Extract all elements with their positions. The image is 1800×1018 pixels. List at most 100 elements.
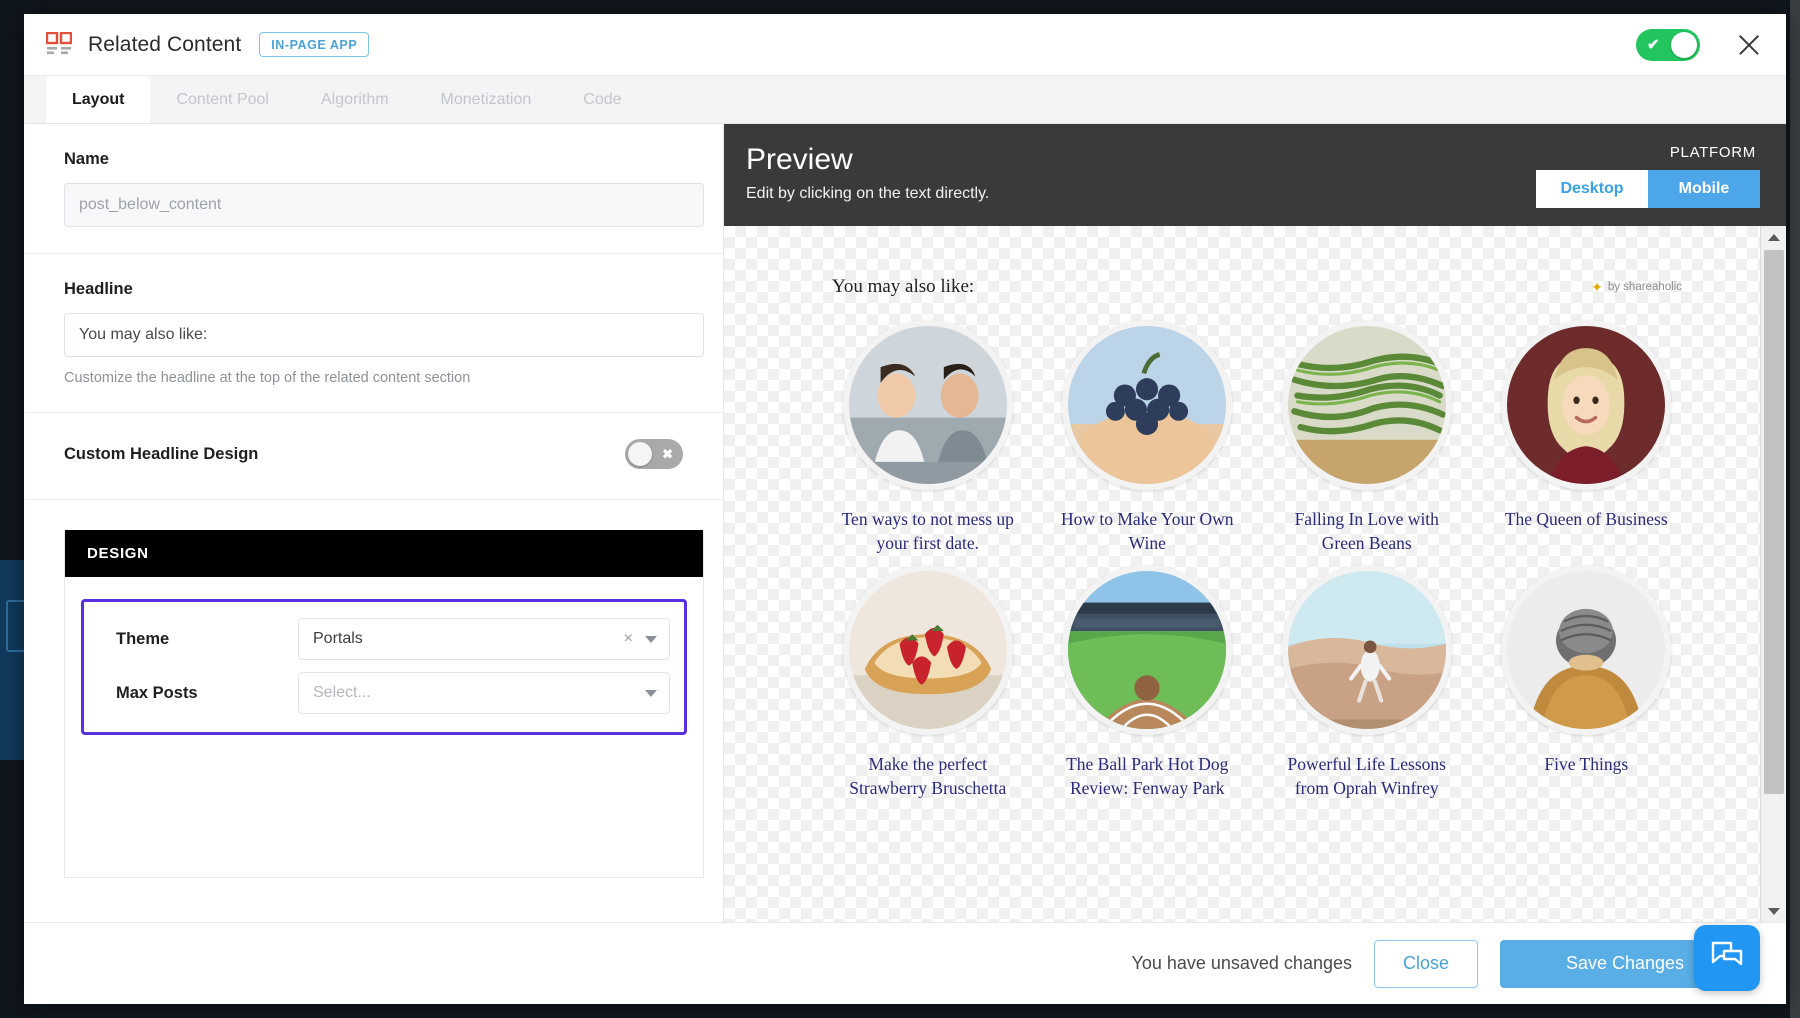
design-section-body: Theme Portals × Max Posts Select... xyxy=(65,577,703,877)
related-content-card[interactable]: Make the perfect Strawberry Bruschetta xyxy=(832,565,1024,800)
baseball-stadium-photo xyxy=(1062,565,1232,735)
scrollbar-thumb[interactable] xyxy=(1764,250,1784,794)
tab-label: Monetization xyxy=(441,91,532,109)
theme-select-value: Portals xyxy=(313,630,363,648)
platform-option-desktop[interactable]: Desktop xyxy=(1536,170,1648,208)
preview-heading-group: Preview Edit by clicking on the text dir… xyxy=(746,144,989,203)
widget-headline[interactable]: You may also like: xyxy=(832,276,974,298)
headline-input-value: You may also like: xyxy=(79,326,207,344)
name-field-block: Name post_below_content xyxy=(24,124,723,254)
strawberry-bruschetta-photo xyxy=(843,565,1013,735)
platform-label: PLATFORM xyxy=(1536,144,1756,161)
preview-header: Preview Edit by clicking on the text dir… xyxy=(724,124,1786,226)
tab-label: Code xyxy=(583,91,621,109)
couple-arguing-photo xyxy=(843,320,1013,490)
theme-label: Theme xyxy=(98,630,298,649)
custom-headline-design-row: Custom Headline Design ✖ xyxy=(24,413,723,500)
check-icon: ✔ xyxy=(1647,37,1660,52)
app-settings-modal: Related Content IN-PAGE APP ✔ Layout Con… xyxy=(24,14,1786,1004)
related-content-card-title: The Ball Park Hot Dog Review: Fenway Par… xyxy=(1052,753,1242,800)
close-button[interactable]: Close xyxy=(1374,940,1478,988)
custom-headline-design-toggle[interactable]: ✖ xyxy=(625,439,683,469)
related-content-card[interactable]: Falling In Love with Green Beans xyxy=(1271,320,1463,555)
preview-panel: Preview Edit by clicking on the text dir… xyxy=(724,124,1786,922)
app-title: Related Content xyxy=(88,33,241,57)
hands-holding-grapes-photo xyxy=(1062,320,1232,490)
titlebar-actions: ✔ xyxy=(1636,29,1764,61)
related-content-card[interactable]: Powerful Life Lessons from Oprah Winfrey xyxy=(1271,565,1463,800)
design-card: DESIGN Theme Portals × Max Posts xyxy=(64,530,704,878)
related-content-card[interactable]: The Ball Park Hot Dog Review: Fenway Par… xyxy=(1052,565,1244,800)
related-content-card[interactable]: Ten ways to not mess up your first date. xyxy=(832,320,1024,555)
modal-footer: You have unsaved changes Close Save Chan… xyxy=(24,922,1786,1004)
blonde-woman-portrait-photo xyxy=(1501,320,1671,490)
max-posts-select[interactable]: Select... xyxy=(298,672,670,714)
widget-top-row: You may also like: ✦ by shareaholic xyxy=(832,276,1682,298)
tab-label: Layout xyxy=(72,91,124,109)
related-content-grid: Ten ways to not mess up your first date. xyxy=(832,320,1682,801)
tab-layout[interactable]: Layout xyxy=(46,76,150,123)
theme-clear-icon[interactable]: × xyxy=(620,630,641,648)
preview-scrollbar[interactable] xyxy=(1760,226,1786,922)
scrollbar-up-arrow-icon[interactable] xyxy=(1761,226,1787,248)
modal-body: Name post_below_content Headline You may… xyxy=(24,124,1786,922)
chat-launcher-button[interactable] xyxy=(1694,925,1760,991)
shareaholic-attribution[interactable]: ✦ by shareaholic xyxy=(1591,280,1682,294)
chevron-down-icon[interactable] xyxy=(645,636,657,643)
preview-subtitle: Edit by clicking on the text directly. xyxy=(746,185,989,203)
related-content-widget: You may also like: ✦ by shareaholic xyxy=(724,226,1760,831)
modal-titlebar: Related Content IN-PAGE APP ✔ xyxy=(24,14,1786,76)
cross-icon: ✖ xyxy=(662,448,673,461)
headline-help-text: Customize the headline at the top of the… xyxy=(64,370,683,386)
backdrop-sidebar-fragment xyxy=(0,560,24,760)
tab-bar: Layout Content Pool Algorithm Monetizati… xyxy=(24,76,1786,124)
related-content-card[interactable]: Five Things xyxy=(1491,565,1683,800)
tab-content-pool[interactable]: Content Pool xyxy=(150,76,295,123)
green-beans-photo xyxy=(1282,320,1452,490)
related-content-card[interactable]: How to Make Your Own Wine xyxy=(1052,320,1244,555)
person-back-hat-photo xyxy=(1501,565,1671,735)
app-type-badge: IN-PAGE APP xyxy=(259,32,369,58)
preview-title: Preview xyxy=(746,144,989,176)
platform-option-label: Mobile xyxy=(1679,180,1730,198)
related-content-layout-icon xyxy=(46,32,72,58)
theme-select[interactable]: Portals × xyxy=(298,618,670,660)
max-posts-row: Max Posts Select... xyxy=(98,666,670,720)
custom-headline-design-label: Custom Headline Design xyxy=(64,445,258,464)
max-posts-label: Max Posts xyxy=(98,684,298,703)
toggle-knob xyxy=(628,442,652,466)
settings-panel: Name post_below_content Headline You may… xyxy=(24,124,724,922)
tab-label: Algorithm xyxy=(321,91,389,109)
related-content-card-title: The Queen of Business xyxy=(1505,508,1668,532)
platform-option-mobile[interactable]: Mobile xyxy=(1648,170,1760,208)
related-content-card-title: Ten ways to not mess up your first date. xyxy=(833,508,1023,555)
scrollbar-down-arrow-icon[interactable] xyxy=(1761,900,1787,922)
tab-algorithm[interactable]: Algorithm xyxy=(295,76,415,123)
headline-field-block: Headline You may also like: Customize th… xyxy=(24,254,723,413)
headline-label: Headline xyxy=(64,280,683,299)
design-section-header: DESIGN xyxy=(65,530,703,577)
related-content-card[interactable]: The Queen of Business xyxy=(1491,320,1683,555)
preview-canvas-wrap: You may also like: ✦ by shareaholic xyxy=(724,226,1786,922)
chevron-down-icon[interactable] xyxy=(645,690,657,697)
woman-running-desert-photo xyxy=(1282,565,1452,735)
platform-switcher: PLATFORM Desktop Mobile xyxy=(1536,144,1760,208)
design-fields-highlight: Theme Portals × Max Posts Select... xyxy=(81,599,687,735)
preview-canvas: You may also like: ✦ by shareaholic xyxy=(724,226,1760,922)
toggle-knob xyxy=(1671,32,1697,58)
related-content-card-title: Five Things xyxy=(1544,753,1628,777)
close-icon[interactable] xyxy=(1734,30,1764,60)
headline-input[interactable]: You may also like: xyxy=(64,313,704,357)
name-input[interactable]: post_below_content xyxy=(64,183,704,227)
backdrop-right-edge xyxy=(1790,0,1800,1018)
scrollbar-track[interactable] xyxy=(1761,248,1787,900)
tab-monetization[interactable]: Monetization xyxy=(415,76,558,123)
related-content-card-title: Make the perfect Strawberry Bruschetta xyxy=(833,753,1023,800)
related-content-card-title: Falling In Love with Green Beans xyxy=(1272,508,1462,555)
platform-option-label: Desktop xyxy=(1560,180,1623,198)
tab-code[interactable]: Code xyxy=(557,76,647,123)
tab-label: Content Pool xyxy=(176,91,269,109)
platform-segmented-control: Desktop Mobile xyxy=(1536,170,1760,208)
theme-row: Theme Portals × xyxy=(98,612,670,666)
app-enabled-toggle[interactable]: ✔ xyxy=(1636,29,1700,61)
